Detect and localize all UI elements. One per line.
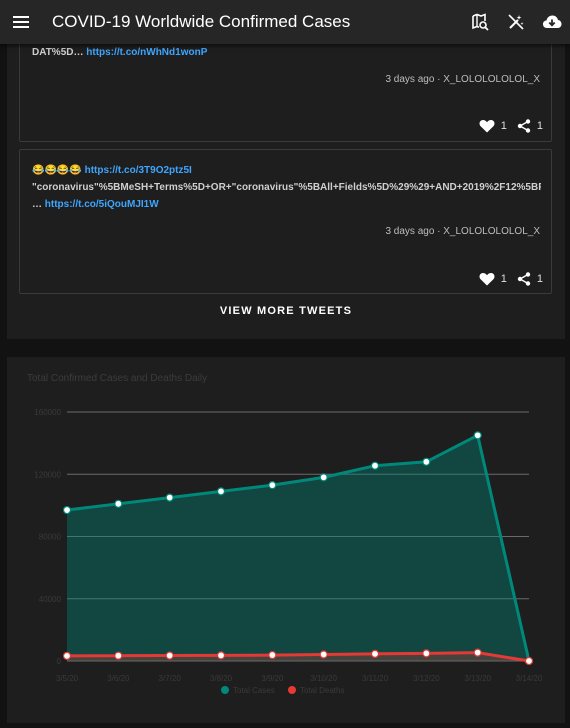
data-point[interactable] [473,431,482,440]
data-point[interactable] [422,457,431,466]
data-point[interactable] [422,649,431,658]
toggle-animation-button[interactable] [498,0,534,44]
tweet-card: 😂😂😂😂 https://t.co/3T9O2ptz5I "coronaviru… [19,149,552,294]
y-tick-label: 160000 [34,408,61,417]
page-title: COVID-19 Worldwide Confirmed Cases [52,12,351,31]
data-point[interactable] [370,461,380,470]
y-tick-label: 120000 [34,470,61,479]
tweet-body: DAT%5D… [32,47,84,58]
data-point[interactable] [524,656,534,666]
like-count: 1 [500,120,507,132]
data-point[interactable] [319,650,328,659]
tweet-link[interactable]: https://t.co/nWhNd1wonP [86,47,207,58]
share-icon [517,119,531,133]
tweet-actions: 1 1 [479,272,543,286]
tweet-ellipsis: … [32,199,42,210]
x-tick-label: 3/11/20 [362,674,389,683]
x-tick-label: 3/10/20 [310,674,337,683]
data-point[interactable] [268,650,277,660]
tweet-body: "coronavirus"%5BMeSH+Terms%5D+OR+"corona… [32,182,541,193]
data-point[interactable] [165,493,174,502]
tweet-meta: 3 days ago · X_LOLOLOLOLOL_X [385,74,540,85]
view-more-tweets-button[interactable]: VIEW MORE TWEETS [7,305,565,317]
cloud-download-icon [543,15,562,28]
data-point[interactable] [114,651,123,660]
tweet-emoji: 😂😂😂😂 [32,165,82,176]
data-point[interactable] [216,487,226,496]
tweet-link[interactable]: https://t.co/3T9O2ptz5I [85,165,192,176]
x-tick-label: 3/14/20 [516,674,543,683]
legend-label: Total Cases [233,686,275,695]
magic-wand-off-icon [508,14,524,30]
chart-card: Total Confirmed Cases and Deaths Daily 0… [7,357,565,723]
download-button[interactable] [534,0,570,44]
data-point[interactable] [62,651,72,660]
like-button[interactable] [479,272,495,286]
data-point[interactable] [114,499,123,508]
data-point[interactable] [473,648,482,657]
like-button[interactable] [479,119,495,133]
share-button[interactable] [517,119,531,133]
x-tick-label: 3/9/20 [261,674,284,683]
chart-title: Total Confirmed Cases and Deaths Daily [27,373,207,384]
tweet-text: 😂😂😂😂 https://t.co/3T9O2ptz5I "coronaviru… [20,162,553,213]
tweet-actions: 1 1 [479,119,543,133]
data-point[interactable] [62,505,72,515]
share-button[interactable] [517,272,531,286]
like-count: 1 [500,273,507,285]
heart-icon [479,119,495,133]
heart-icon [479,272,495,286]
tweet-link[interactable]: https://t.co/5iQouMJI1W [45,199,159,210]
x-tick-label: 3/6/20 [107,674,130,683]
legend-marker[interactable] [288,686,296,694]
menu-button[interactable] [2,0,40,44]
tweets-card: DAT%5D… https://t.co/nWhNd1wonP 3 days a… [7,0,565,339]
tweet-meta: 3 days ago · X_LOLOLOLOLOL_X [385,226,540,237]
cases-deaths-chart: Total Confirmed Cases and Deaths Daily 0… [27,373,543,695]
share-count: 1 [536,273,543,285]
map-search-button[interactable] [462,0,498,44]
share-count: 1 [536,120,543,132]
y-tick-label: 40000 [39,595,62,604]
x-tick-label: 3/7/20 [159,674,182,683]
x-tick-label: 3/5/20 [56,674,79,683]
legend-marker[interactable] [221,686,229,694]
data-point[interactable] [268,481,277,490]
series-area [67,435,529,661]
data-point[interactable] [216,651,226,660]
y-tick-label: 0 [57,657,62,666]
data-point[interactable] [165,651,174,660]
share-icon [517,272,531,286]
x-tick-label: 3/13/20 [464,674,491,683]
x-tick-label: 3/8/20 [210,674,233,683]
map-search-icon [472,13,489,31]
app-bar: COVID-19 Worldwide Confirmed Cases [0,0,570,44]
tweet-text: DAT%5D… https://t.co/nWhNd1wonP [20,44,219,61]
y-tick-label: 80000 [39,533,62,542]
menu-icon [13,16,29,28]
legend-label: Total Deaths [300,686,344,695]
data-point[interactable] [319,473,328,482]
data-point[interactable] [370,649,380,658]
x-tick-label: 3/12/20 [413,674,440,683]
